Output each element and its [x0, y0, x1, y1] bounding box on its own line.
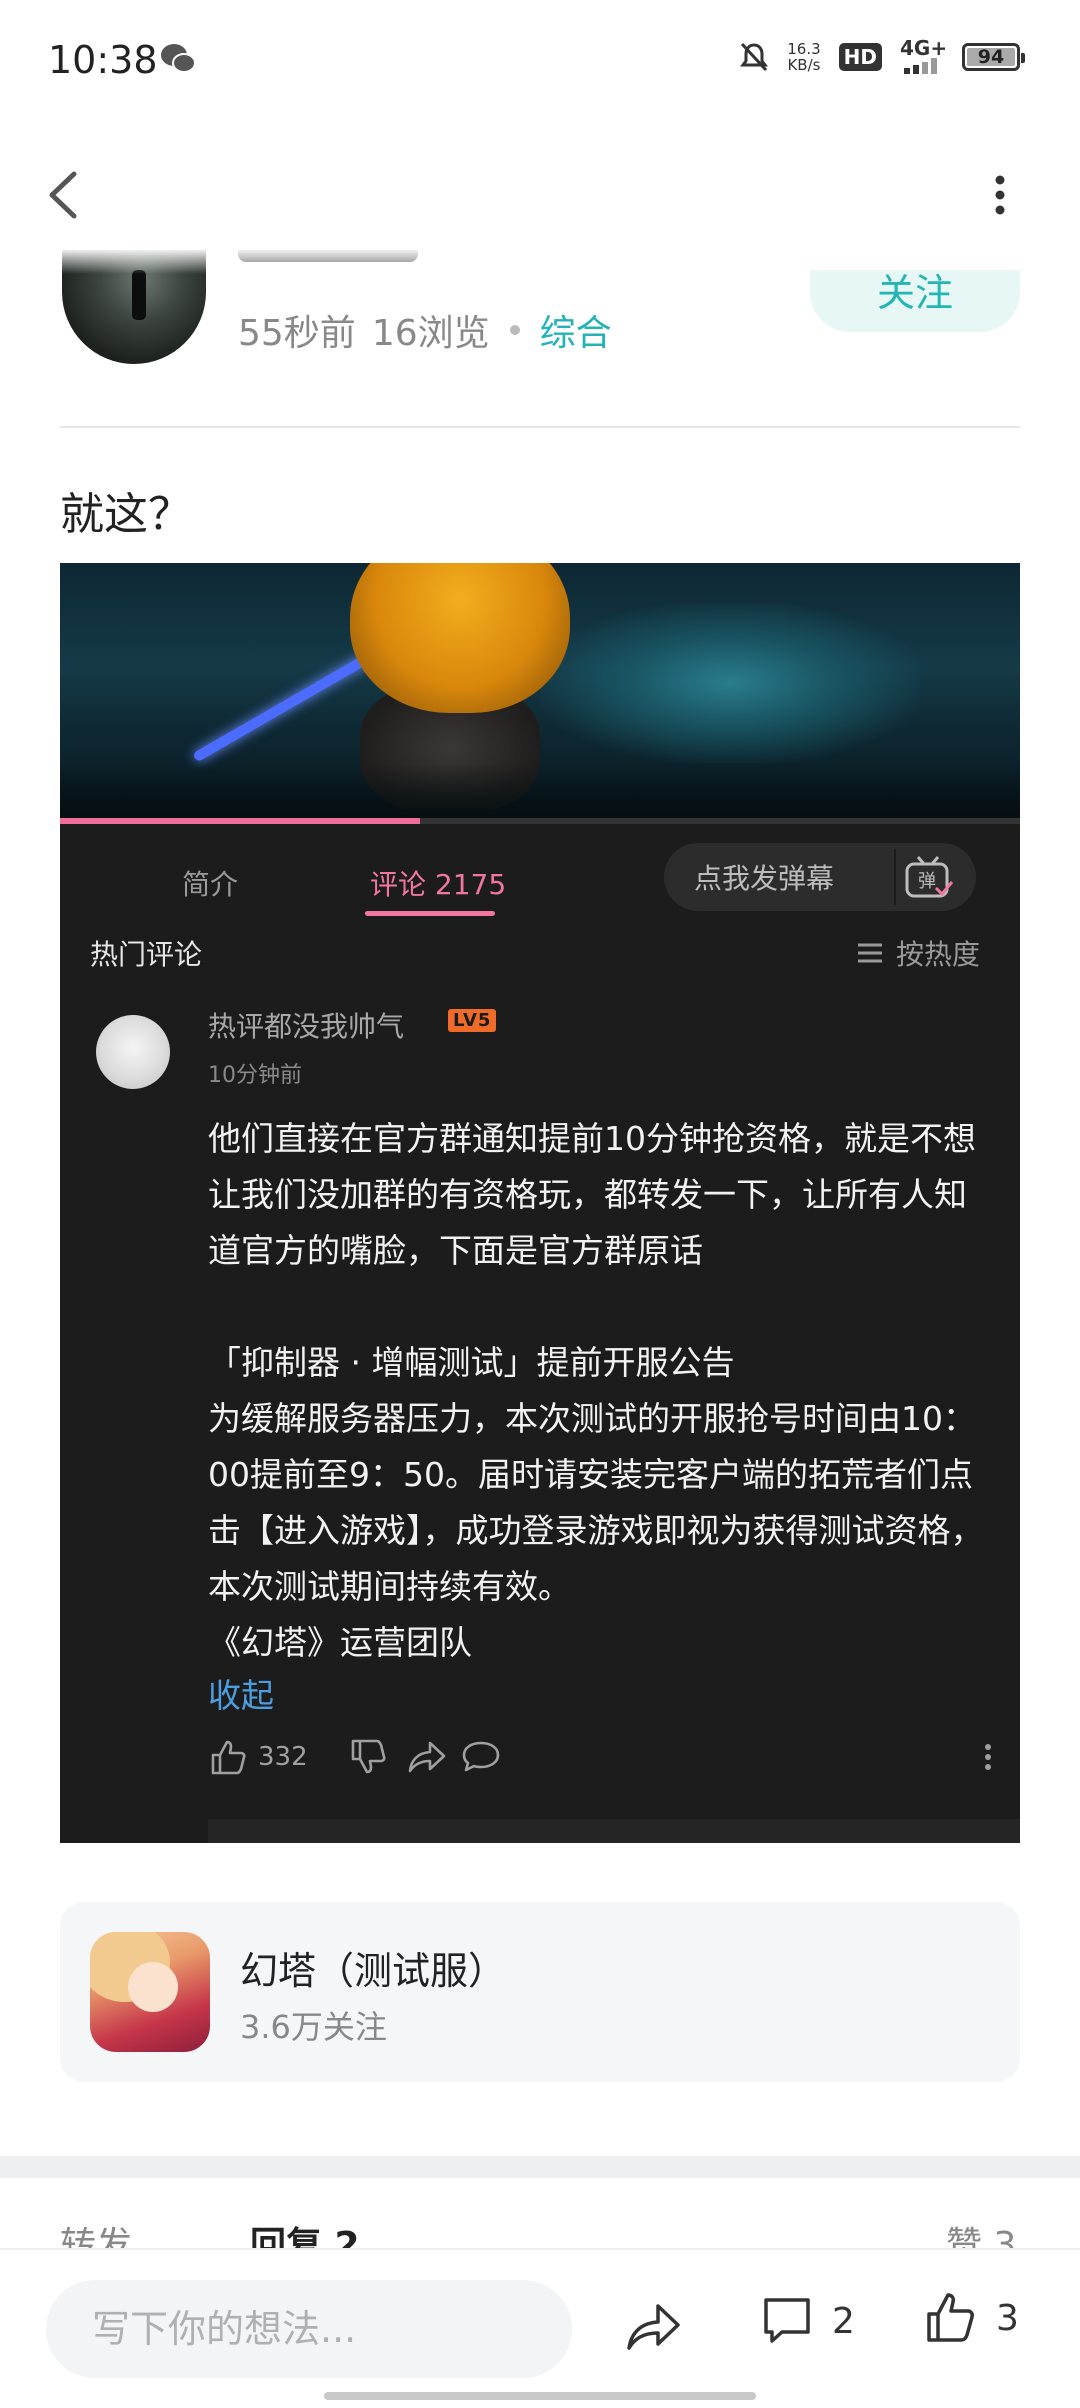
- video-frame: [60, 563, 1020, 823]
- game-followers: 3.6万关注: [240, 2008, 387, 2046]
- tab-underline: [365, 911, 495, 916]
- section-separator: [0, 2156, 1080, 2178]
- thumbs-up-icon: [927, 2293, 974, 2342]
- wechat-icon: [161, 44, 196, 73]
- interaction-tabs: 转发 回复 2 赞 3: [0, 2210, 1080, 2250]
- video-tabs: 简介 评论 2175 点我发弹幕 弹: [60, 825, 1020, 925]
- more-vertical-icon[interactable]: [980, 160, 1020, 230]
- scroll-fade: [0, 248, 1080, 274]
- like-button[interactable]: 3: [924, 2290, 1019, 2346]
- net-speed: 16.3 KB/s: [787, 40, 821, 74]
- tab-repost[interactable]: 转发: [60, 2216, 132, 2250]
- commenter-avatar: [96, 1015, 170, 1089]
- sort-list-icon: [858, 943, 882, 963]
- announcement-signature: 《幻塔》运营团队: [208, 1623, 472, 1662]
- follow-button[interactable]: 关注: [810, 270, 1020, 332]
- meta-separator: [509, 325, 520, 335]
- status-bar: 10:38 16.3 KB/s HD 4G+ 94: [0, 0, 1080, 120]
- comment-like: 332: [208, 1737, 308, 1777]
- comment-body: 他们直接在官方群通知提前10分钟抢资格，就是不想让我们没加群的有资格玩，都转发一…: [208, 1111, 998, 1671]
- share-icon: [408, 1741, 446, 1773]
- signal-icon: 4G+: [900, 38, 947, 74]
- tab-reply[interactable]: 回复 2: [250, 2216, 360, 2250]
- svg-text:弹: 弹: [918, 871, 936, 892]
- hot-comments-title: 热门评论: [90, 938, 203, 971]
- thumbs-up-icon: [211, 1740, 246, 1775]
- post-image[interactable]: 简介 评论 2175 点我发弹幕 弹 热门评论 按热度 热评都没我帅气 LV5 …: [60, 563, 1020, 1843]
- comment-time: 10分钟前: [208, 1063, 302, 1088]
- level-badge: LV5: [448, 1009, 497, 1032]
- mute-bell-icon: [740, 42, 769, 72]
- tab-comments: 评论 2175: [370, 868, 507, 901]
- collapse-link: 收起: [208, 1676, 274, 1715]
- danmaku-tv-icon: 弹: [905, 856, 954, 898]
- back-arrow-icon[interactable]: [40, 160, 90, 230]
- post-time: 55秒前: [238, 313, 356, 354]
- share-button-icon[interactable]: [624, 2298, 684, 2358]
- comment-more-icon: [985, 1744, 991, 1770]
- reply-bubble-icon: [462, 1741, 500, 1772]
- game-name: 幻塔（测试服）: [240, 1949, 507, 1993]
- post-title: 就这？: [60, 489, 192, 540]
- announcement-title: 「抑制器 · 增幅测试」提前开服公告: [208, 1343, 735, 1382]
- game-card[interactable]: 幻塔（测试服） 3.6万关注: [60, 1902, 1020, 2082]
- comment-actions: 332: [208, 1733, 1008, 1783]
- status-icons: 16.3 KB/s HD 4G+ 94: [739, 38, 1025, 74]
- commenter-name: 热评都没我帅气: [208, 1010, 405, 1043]
- post-category[interactable]: 综合: [540, 304, 612, 356]
- battery-icon: 94: [962, 43, 1025, 71]
- bottom-action-bar: 写下你的想法... 2 3: [0, 2248, 1080, 2408]
- thumbs-down-icon: [351, 1739, 386, 1774]
- video-progress-bar: [60, 818, 1020, 824]
- danmaku-button: 点我发弹幕 弹: [664, 843, 976, 911]
- announcement-body: 为缓解服务器压力，本次测试的开服抢号时间由10：00提前至9：50。届时请安装完…: [208, 1399, 984, 1606]
- status-time: 10:38: [48, 38, 158, 82]
- divider: [60, 426, 1020, 428]
- reply-button[interactable]: 2: [760, 2294, 855, 2348]
- post-views: 16浏览: [371, 313, 490, 354]
- hd-badge: HD: [838, 43, 882, 71]
- comment-paragraph: 他们直接在官方群通知提前10分钟抢资格，就是不想让我们没加群的有资格玩，都转发一…: [208, 1119, 976, 1270]
- game-icon: [90, 1932, 210, 2052]
- home-indicator[interactable]: [324, 2392, 756, 2400]
- comment-input[interactable]: 写下你的想法...: [46, 2280, 572, 2378]
- next-comment-stub: [208, 1819, 1020, 1843]
- tab-like[interactable]: 赞 3: [946, 2216, 1016, 2250]
- post-meta: 55秒前 16浏览 综合: [238, 304, 612, 356]
- sort-by-hot: 按热度: [856, 933, 980, 973]
- tab-intro: 简介: [182, 868, 239, 901]
- comment-bubble-icon: [764, 2298, 810, 2343]
